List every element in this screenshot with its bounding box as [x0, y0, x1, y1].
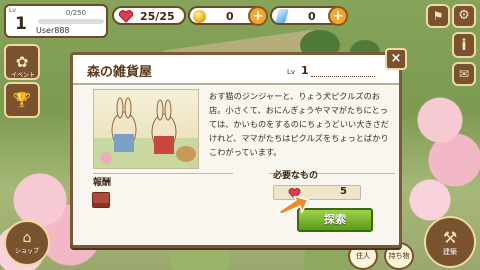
help-label: i — [461, 36, 467, 54]
residents-caption: 住人 — [356, 252, 370, 260]
building-level: Lv 1 — [287, 64, 379, 78]
shop-description: おす猫のジンジャーと、りょう犬ピクルズのお店。小さくて、おにんぎょうやママがたち… — [209, 91, 389, 157]
shop-illustration — [93, 89, 199, 169]
hearts-counter: 25/25 — [112, 6, 186, 25]
shop-caption: ショップ — [14, 248, 39, 255]
heart-icon — [119, 10, 133, 23]
username: User888 — [36, 26, 70, 35]
event-caption: イベント — [10, 72, 35, 79]
dialog-title: 森の雑貨屋 — [87, 65, 153, 80]
shop-dialog: 森の雑貨屋 Lv 1 おす猫のジンジャーと、りょう犬ピクルズのお店。小さくて、お… — [70, 52, 402, 248]
coins-value: 0 — [226, 10, 234, 23]
flag-button[interactable]: ⚑ — [426, 4, 450, 28]
coins-counter: 0 + — [188, 6, 268, 26]
xp-readout: 0/250 — [65, 9, 87, 17]
xp-bar — [38, 19, 104, 24]
gems-value: 0 — [308, 10, 316, 23]
tutorial-arrow-icon — [276, 196, 310, 214]
build-button[interactable]: ⚒ 建築 — [424, 216, 476, 268]
settings-button[interactable]: ⚙ — [452, 4, 476, 28]
flag-icon: ⚑ — [432, 9, 444, 23]
building-level-value: 1 — [301, 64, 309, 77]
player-level: 1 — [15, 14, 27, 34]
mail-button[interactable]: ✉ — [452, 62, 476, 86]
gem-icon — [275, 9, 289, 23]
add-gems-button[interactable]: + — [328, 6, 348, 26]
event-icon: ✿ — [15, 53, 29, 71]
trophy-icon: 🏆 — [12, 91, 32, 109]
level-track — [311, 74, 375, 77]
add-coins-button[interactable]: + — [248, 6, 268, 26]
inventory-caption: 持ち物 — [388, 252, 410, 260]
need-value: 5 — [340, 186, 347, 197]
gear-icon: ⚙ — [458, 8, 470, 23]
brick-icon — [92, 192, 110, 208]
building-level-label: Lv — [287, 68, 296, 76]
player-level-panel[interactable]: Lv 1 0/250 User888 — [4, 4, 108, 38]
help-button[interactable]: i — [452, 32, 476, 58]
hearts-value: 25/25 — [140, 10, 175, 23]
mail-icon: ✉ — [458, 67, 470, 81]
gems-counter: 0 + — [270, 6, 348, 26]
game-scene: Lv 1 0/250 User888 25/25 0 + 0 + ⚑ ⚙ i ✉… — [0, 0, 480, 270]
shop-button[interactable]: ⌂ ショップ — [4, 220, 50, 266]
build-caption: 建築 — [443, 248, 457, 256]
hammer-icon: ⚒ — [442, 228, 458, 247]
level-tag: Lv — [9, 7, 16, 14]
close-button[interactable]: × — [385, 48, 407, 70]
trophy-button[interactable]: 🏆 — [4, 82, 40, 118]
reward-label: 報酬 — [93, 178, 112, 188]
dialog-header: 森の雑貨屋 Lv 1 — [73, 55, 399, 85]
coin-icon — [193, 10, 206, 23]
shop-icon: ⌂ — [22, 230, 32, 246]
need-label: 必要なもの — [273, 171, 319, 181]
divider — [93, 173, 233, 174]
